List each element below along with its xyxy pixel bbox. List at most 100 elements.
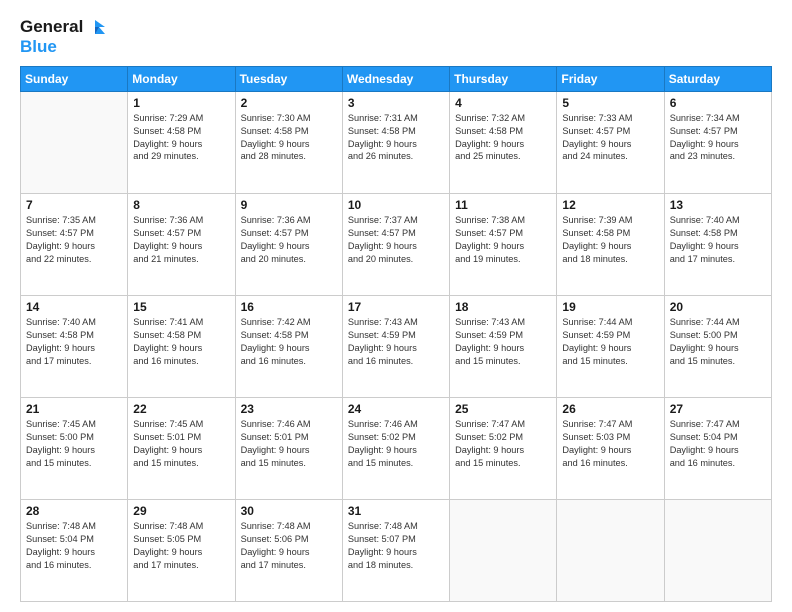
day-number: 25 xyxy=(455,402,551,416)
weekday-header: Thursday xyxy=(450,66,557,91)
day-number: 3 xyxy=(348,96,444,110)
calendar-cell: 18 Sunrise: 7:43 AM Sunset: 4:59 PM Dayli… xyxy=(450,295,557,397)
day-number: 17 xyxy=(348,300,444,314)
calendar-week-row: 7 Sunrise: 7:35 AM Sunset: 4:57 PM Daylig… xyxy=(21,193,772,295)
day-number: 20 xyxy=(670,300,766,314)
calendar-cell: 14Sunrise: 7:40 AM Sunset: 4:58 PM Dayli… xyxy=(21,295,128,397)
day-number: 18 xyxy=(455,300,551,314)
day-info: Sunrise: 7:48 AM Sunset: 5:06 PM Dayligh… xyxy=(241,520,337,572)
calendar-week-row: 14Sunrise: 7:40 AM Sunset: 4:58 PM Dayli… xyxy=(21,295,772,397)
logo-blue: Blue xyxy=(20,38,57,56)
day-number: 6 xyxy=(670,96,766,110)
calendar-cell: 23 Sunrise: 7:46 AM Sunset: 5:01 PM Dayli… xyxy=(235,397,342,499)
day-info: Sunrise: 7:43 AM Sunset: 4:59 PM Dayligh… xyxy=(455,316,551,368)
calendar-cell: 25 Sunrise: 7:47 AM Sunset: 5:02 PM Dayli… xyxy=(450,397,557,499)
calendar-cell: 26 Sunrise: 7:47 AM Sunset: 5:03 PM Dayli… xyxy=(557,397,664,499)
day-info: Sunrise: 7:47 AM Sunset: 5:02 PM Dayligh… xyxy=(455,418,551,470)
day-info: Sunrise: 7:35 AM Sunset: 4:57 PM Dayligh… xyxy=(26,214,122,266)
day-number: 12 xyxy=(562,198,658,212)
day-info: Sunrise: 7:41 AM Sunset: 4:58 PM Dayligh… xyxy=(133,316,229,368)
day-number: 13 xyxy=(670,198,766,212)
day-info: Sunrise: 7:40 AM Sunset: 4:58 PM Dayligh… xyxy=(670,214,766,266)
logo: General Blue xyxy=(20,16,107,56)
page: General Blue SundayMondayTuesdayWednesda… xyxy=(0,0,792,612)
day-number: 21 xyxy=(26,402,122,416)
day-number: 5 xyxy=(562,96,658,110)
calendar-cell: 5Sunrise: 7:33 AM Sunset: 4:57 PM Daylig… xyxy=(557,91,664,193)
day-number: 26 xyxy=(562,402,658,416)
calendar-cell: 31 Sunrise: 7:48 AM Sunset: 5:07 PM Dayli… xyxy=(342,499,449,601)
day-number: 22 xyxy=(133,402,229,416)
calendar-cell: 19 Sunrise: 7:44 AM Sunset: 4:59 PM Dayli… xyxy=(557,295,664,397)
day-number: 7 xyxy=(26,198,122,212)
day-info: Sunrise: 7:32 AM Sunset: 4:58 PM Dayligh… xyxy=(455,112,551,164)
logo-general: General xyxy=(20,18,83,36)
day-info: Sunrise: 7:29 AM Sunset: 4:58 PM Dayligh… xyxy=(133,112,229,164)
day-number: 27 xyxy=(670,402,766,416)
day-number: 1 xyxy=(133,96,229,110)
day-info: Sunrise: 7:48 AM Sunset: 5:07 PM Dayligh… xyxy=(348,520,444,572)
day-number: 8 xyxy=(133,198,229,212)
day-number: 11 xyxy=(455,198,551,212)
weekday-header-row: SundayMondayTuesdayWednesdayThursdayFrid… xyxy=(21,66,772,91)
calendar-cell: 28 Sunrise: 7:48 AM Sunset: 5:04 PM Dayli… xyxy=(21,499,128,601)
calendar-cell xyxy=(450,499,557,601)
calendar-cell: 8 Sunrise: 7:36 AM Sunset: 4:57 PM Daylig… xyxy=(128,193,235,295)
calendar-cell xyxy=(21,91,128,193)
calendar-cell: 15 Sunrise: 7:41 AM Sunset: 4:58 PM Dayli… xyxy=(128,295,235,397)
calendar-cell xyxy=(664,499,771,601)
calendar-cell: 21 Sunrise: 7:45 AM Sunset: 5:00 PM Dayli… xyxy=(21,397,128,499)
day-info: Sunrise: 7:44 AM Sunset: 4:59 PM Dayligh… xyxy=(562,316,658,368)
weekday-header: Sunday xyxy=(21,66,128,91)
day-info: Sunrise: 7:46 AM Sunset: 5:01 PM Dayligh… xyxy=(241,418,337,470)
logo-bird-icon xyxy=(85,16,107,38)
weekday-header: Saturday xyxy=(664,66,771,91)
day-info: Sunrise: 7:47 AM Sunset: 5:04 PM Dayligh… xyxy=(670,418,766,470)
day-number: 23 xyxy=(241,402,337,416)
day-number: 9 xyxy=(241,198,337,212)
day-info: Sunrise: 7:38 AM Sunset: 4:57 PM Dayligh… xyxy=(455,214,551,266)
day-info: Sunrise: 7:34 AM Sunset: 4:57 PM Dayligh… xyxy=(670,112,766,164)
calendar-cell: 10Sunrise: 7:37 AM Sunset: 4:57 PM Dayli… xyxy=(342,193,449,295)
calendar-cell: 20Sunrise: 7:44 AM Sunset: 5:00 PM Dayli… xyxy=(664,295,771,397)
day-info: Sunrise: 7:45 AM Sunset: 5:00 PM Dayligh… xyxy=(26,418,122,470)
day-info: Sunrise: 7:47 AM Sunset: 5:03 PM Dayligh… xyxy=(562,418,658,470)
day-info: Sunrise: 7:36 AM Sunset: 4:57 PM Dayligh… xyxy=(133,214,229,266)
calendar-cell xyxy=(557,499,664,601)
calendar-cell: 7 Sunrise: 7:35 AM Sunset: 4:57 PM Daylig… xyxy=(21,193,128,295)
calendar-week-row: 1 Sunrise: 7:29 AM Sunset: 4:58 PM Daylig… xyxy=(21,91,772,193)
day-number: 28 xyxy=(26,504,122,518)
day-number: 15 xyxy=(133,300,229,314)
day-info: Sunrise: 7:48 AM Sunset: 5:04 PM Dayligh… xyxy=(26,520,122,572)
day-info: Sunrise: 7:46 AM Sunset: 5:02 PM Dayligh… xyxy=(348,418,444,470)
calendar-cell: 16 Sunrise: 7:42 AM Sunset: 4:58 PM Dayli… xyxy=(235,295,342,397)
calendar-week-row: 21 Sunrise: 7:45 AM Sunset: 5:00 PM Dayli… xyxy=(21,397,772,499)
day-info: Sunrise: 7:42 AM Sunset: 4:58 PM Dayligh… xyxy=(241,316,337,368)
day-info: Sunrise: 7:48 AM Sunset: 5:05 PM Dayligh… xyxy=(133,520,229,572)
day-info: Sunrise: 7:40 AM Sunset: 4:58 PM Dayligh… xyxy=(26,316,122,368)
calendar-cell: 6 Sunrise: 7:34 AM Sunset: 4:57 PM Daylig… xyxy=(664,91,771,193)
day-number: 19 xyxy=(562,300,658,314)
calendar-cell: 4 Sunrise: 7:32 AM Sunset: 4:58 PM Daylig… xyxy=(450,91,557,193)
day-number: 4 xyxy=(455,96,551,110)
day-number: 24 xyxy=(348,402,444,416)
calendar-cell: 3 Sunrise: 7:31 AM Sunset: 4:58 PM Daylig… xyxy=(342,91,449,193)
weekday-header: Monday xyxy=(128,66,235,91)
calendar-cell: 1 Sunrise: 7:29 AM Sunset: 4:58 PM Daylig… xyxy=(128,91,235,193)
day-info: Sunrise: 7:30 AM Sunset: 4:58 PM Dayligh… xyxy=(241,112,337,164)
calendar-cell: 27 Sunrise: 7:47 AM Sunset: 5:04 PM Dayli… xyxy=(664,397,771,499)
calendar-cell: 12Sunrise: 7:39 AM Sunset: 4:58 PM Dayli… xyxy=(557,193,664,295)
calendar-cell: 11 Sunrise: 7:38 AM Sunset: 4:57 PM Dayli… xyxy=(450,193,557,295)
day-info: Sunrise: 7:45 AM Sunset: 5:01 PM Dayligh… xyxy=(133,418,229,470)
day-info: Sunrise: 7:37 AM Sunset: 4:57 PM Dayligh… xyxy=(348,214,444,266)
header: General Blue xyxy=(20,16,772,56)
day-number: 31 xyxy=(348,504,444,518)
day-number: 16 xyxy=(241,300,337,314)
calendar-cell: 2 Sunrise: 7:30 AM Sunset: 4:58 PM Daylig… xyxy=(235,91,342,193)
day-number: 29 xyxy=(133,504,229,518)
day-number: 2 xyxy=(241,96,337,110)
day-info: Sunrise: 7:36 AM Sunset: 4:57 PM Dayligh… xyxy=(241,214,337,266)
day-info: Sunrise: 7:31 AM Sunset: 4:58 PM Dayligh… xyxy=(348,112,444,164)
calendar-cell: 17Sunrise: 7:43 AM Sunset: 4:59 PM Dayli… xyxy=(342,295,449,397)
calendar-cell: 29 Sunrise: 7:48 AM Sunset: 5:05 PM Dayli… xyxy=(128,499,235,601)
